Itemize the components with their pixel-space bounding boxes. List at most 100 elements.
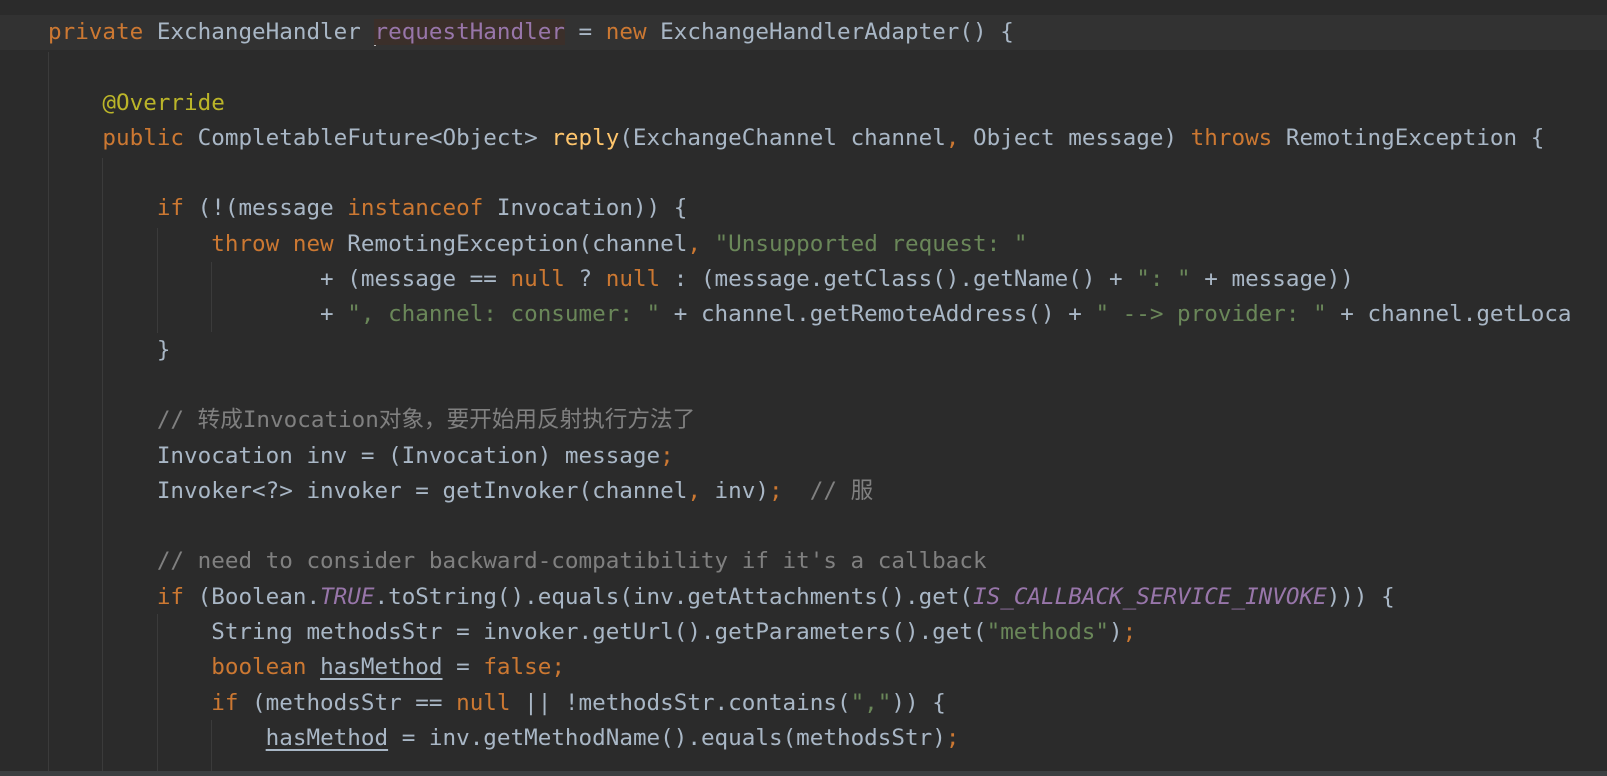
code-token: )) { [891, 689, 946, 716]
code-line[interactable]: // 转成Invocation对象，要开始用反射执行方法了 [0, 403, 1607, 438]
code-token: public [102, 124, 198, 151]
code-token: "," [850, 689, 892, 716]
code-token: String methodsStr = invoker.getUrl().get… [48, 619, 987, 646]
code-token: RemotingException(channel [347, 230, 688, 257]
code-token: } [48, 336, 171, 363]
code-token: // 服 [809, 477, 874, 504]
code-token: // 转成Invocation对象，要开始用反射执行方法了 [156, 407, 696, 434]
code-token: TRUE [320, 583, 375, 610]
code-token: ; [1122, 619, 1137, 646]
code-line[interactable]: public CompletableFuture<Object> reply(E… [0, 121, 1607, 156]
code-token: inv) [714, 477, 769, 504]
code-line-current[interactable]: private ExchangeHandler requestHandler =… [0, 15, 1607, 51]
code-line[interactable]: if (Boolean.TRUE.toString().equals(inv.g… [0, 580, 1607, 615]
code-token: reply [551, 124, 620, 151]
code-token: new [605, 19, 661, 45]
code-token: (methodsStr == [252, 689, 457, 716]
code-token: RemotingException { [1285, 124, 1545, 151]
code-token: (!(message [197, 195, 348, 222]
code-token: null [456, 689, 525, 716]
code-token: ) [1109, 619, 1123, 646]
code-token: Object message) [973, 124, 1191, 151]
code-token: throws [1190, 124, 1286, 151]
code-token: Invocation inv = (Invocation) message [48, 442, 661, 469]
highlighted-identifier: requestHandler [374, 19, 565, 45]
code-token: throw new [211, 230, 348, 257]
code-line[interactable]: + ", channel: consumer: " + channel.getR… [0, 297, 1607, 332]
code-token: IS_CALLBACK_SERVICE_INVOKE [973, 583, 1327, 610]
code-token: ": " [1136, 266, 1191, 293]
code-token: "Unsupported request: " [714, 230, 1028, 257]
code-token: + channel.getRemoteAddress() + [660, 301, 1096, 328]
code-line[interactable] [0, 509, 1607, 544]
code-token: = [442, 654, 484, 681]
code-token: if [156, 583, 198, 610]
code-line[interactable]: Invoker<?> invoker = getInvoker(channel,… [0, 474, 1607, 509]
code-token: boolean [211, 654, 321, 681]
code-token: ? [578, 266, 606, 293]
code-token: Invocation)) { [496, 195, 688, 222]
code-token: ExchangeHandlerAdapter() { [660, 19, 1014, 45]
code-token: // need to consider backward-compatibili… [156, 548, 987, 575]
code-token: @Override [102, 89, 225, 116]
code-line[interactable] [0, 156, 1607, 191]
code-token: hasMethod [320, 654, 443, 681]
code-line[interactable]: Invocation inv = (Invocation) message; [0, 439, 1607, 474]
code-line[interactable]: } [0, 333, 1607, 368]
code-token: ; [660, 442, 674, 469]
code-line[interactable]: if (!(message instanceof Invocation)) { [0, 191, 1607, 226]
code-line[interactable]: @Override [0, 86, 1607, 121]
code-line[interactable]: hasMethod = inv.getMethodName().equals(m… [0, 721, 1607, 756]
code-line[interactable]: + (message == null ? null : (message.get… [0, 262, 1607, 297]
code-token: instanceof [347, 195, 497, 222]
code-token: private [48, 19, 157, 45]
code-token: ; [768, 477, 810, 504]
code-token: Invoker<?> invoker = getInvoker(channel [48, 477, 688, 504]
code-token: (Boolean. [197, 583, 321, 610]
code-token: if [156, 195, 198, 222]
code-token: null [510, 266, 579, 293]
code-token: + (message == [48, 266, 511, 293]
code-token: , [945, 124, 974, 151]
code-line[interactable]: String methodsStr = invoker.getUrl().get… [0, 615, 1607, 650]
code-token: (ExchangeChannel channel [619, 124, 946, 151]
code-token: , [687, 230, 715, 257]
code-token: ", channel: consumer: " [347, 301, 661, 328]
code-line[interactable] [0, 50, 1607, 85]
code-token: " --> provider: " [1095, 301, 1327, 328]
code-token: false; [483, 654, 565, 681]
code-token: null [605, 266, 674, 293]
code-token: + message)) [1190, 266, 1354, 293]
code-token: + [48, 301, 348, 328]
code-token: if [211, 689, 253, 716]
code-line[interactable]: if (methodsStr == null || !methodsStr.co… [0, 686, 1607, 721]
code-line[interactable]: throw new RemotingException(channel, "Un… [0, 227, 1607, 262]
horizontal-scrollbar[interactable] [0, 771, 1607, 776]
code-token: + channel.getLoca [1326, 301, 1572, 328]
code-token: CompletableFuture<Object> [197, 124, 552, 151]
code-token: = inv.getMethodName().equals(methodsStr) [388, 724, 946, 751]
code-editor[interactable]: private ExchangeHandler requestHandler =… [0, 15, 1607, 756]
code-token: hasMethod [265, 724, 389, 751]
code-token: .toString().equals(inv.getAttachments().… [374, 583, 974, 610]
code-line[interactable] [0, 368, 1607, 403]
code-token: ExchangeHandler [156, 19, 375, 45]
code-token: ))) { [1326, 583, 1395, 610]
code-line[interactable]: // need to consider backward-compatibili… [0, 544, 1607, 579]
code-line[interactable]: boolean hasMethod = false; [0, 650, 1607, 685]
code-token: : (message.getClass().getName() + [673, 266, 1137, 293]
code-token: , [687, 477, 715, 504]
code-token: "methods" [986, 619, 1110, 646]
code-token: ; [945, 724, 960, 751]
code-token: || !methodsStr.contains( [524, 689, 851, 716]
